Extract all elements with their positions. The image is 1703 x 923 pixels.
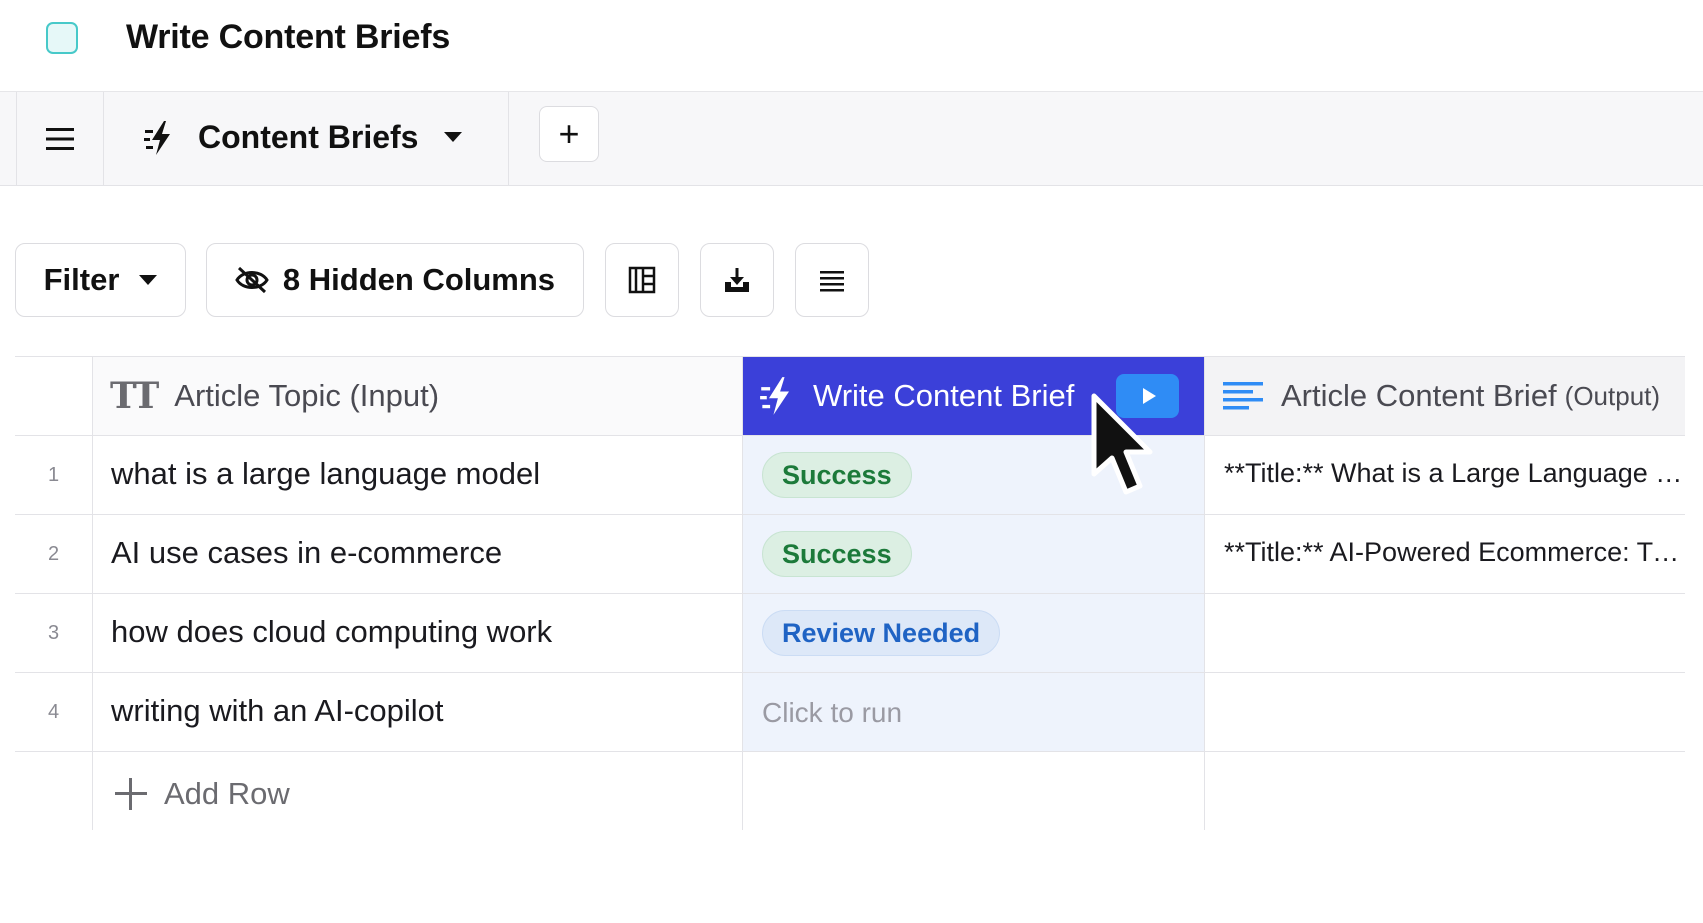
hidden-columns-label: 8 Hidden Columns	[282, 262, 556, 297]
row-number: 4	[47, 701, 60, 723]
paragraph-icon	[1223, 382, 1263, 410]
grid-line	[92, 356, 93, 830]
add-row-label: Add Row	[164, 776, 290, 811]
row-density-button[interactable]	[795, 243, 869, 317]
grid-line	[15, 751, 1685, 752]
row-number: 1	[47, 464, 60, 486]
row-number: 2	[47, 543, 60, 565]
column-header-label: Write Content Brief	[813, 378, 1075, 413]
plus-icon	[115, 778, 147, 810]
column-header-label: Article Content Brief	[1281, 378, 1557, 413]
menu-button[interactable]	[16, 92, 104, 185]
lightning-icon	[144, 121, 170, 155]
filter-button[interactable]: Filter	[15, 243, 186, 317]
data-table: TT Article Topic (Input) Write Content B…	[15, 356, 1685, 830]
grid-line	[15, 672, 1685, 673]
title-bar: Write Content Briefs	[0, 0, 1703, 92]
list-icon	[820, 271, 844, 292]
hamburger-icon	[46, 127, 74, 150]
columns-icon	[628, 266, 656, 294]
caret-down-icon	[139, 275, 158, 285]
column-header-sublabel: (Output)	[1564, 380, 1661, 411]
tab-content-briefs[interactable]: Content Briefs	[104, 92, 509, 185]
grid-line	[15, 356, 1685, 357]
column-header-article-topic[interactable]: TT Article Topic (Input)	[92, 356, 742, 436]
status-badge[interactable]: Success	[762, 531, 912, 577]
download-button[interactable]	[700, 243, 774, 317]
topic-cell[interactable]: AI use cases in e-commerce	[111, 535, 502, 571]
grid-line	[15, 593, 1685, 594]
topic-cell[interactable]: how does cloud computing work	[111, 614, 552, 650]
columns-button[interactable]	[605, 243, 679, 317]
grid-line	[742, 356, 743, 830]
output-cell[interactable]: **Title:** What is a Large Language Mode…	[1224, 458, 1684, 489]
lightning-icon	[760, 377, 789, 415]
status-badge[interactable]: Success	[762, 452, 912, 498]
output-cell[interactable]: **Title:** AI-Powered Ecommerce: Transfo…	[1224, 537, 1684, 568]
add-row-button[interactable]: Add Row	[114, 776, 290, 812]
add-tab-button[interactable]: +	[539, 106, 599, 162]
mouse-cursor-icon	[1091, 393, 1153, 495]
download-icon	[725, 268, 749, 292]
column-header-label: Article Topic (Input)	[174, 378, 440, 413]
click-to-run-cell[interactable]: Click to run	[762, 697, 902, 729]
page-title: Write Content Briefs	[126, 18, 451, 56]
tab-label: Content Briefs	[198, 119, 419, 155]
caret-down-icon[interactable]	[444, 132, 462, 142]
status-badge[interactable]: Review Needed	[762, 610, 1001, 656]
grid-line	[1204, 356, 1205, 830]
topic-cell[interactable]: writing with an AI-copilot	[111, 693, 444, 729]
filter-label: Filter	[43, 262, 120, 297]
tab-bar: Content Briefs +	[0, 92, 1703, 186]
row-number: 3	[47, 622, 60, 644]
eye-off-icon	[235, 266, 269, 294]
hidden-columns-button[interactable]: 8 Hidden Columns	[206, 243, 584, 317]
column-header-article-content-brief[interactable]: Article Content Brief (Output)	[1205, 356, 1685, 436]
app-icon	[46, 22, 78, 54]
topic-cell[interactable]: what is a large language model	[111, 456, 540, 492]
grid-line	[15, 435, 1685, 436]
grid-line	[15, 514, 1685, 515]
text-type-icon: TT	[110, 375, 159, 417]
